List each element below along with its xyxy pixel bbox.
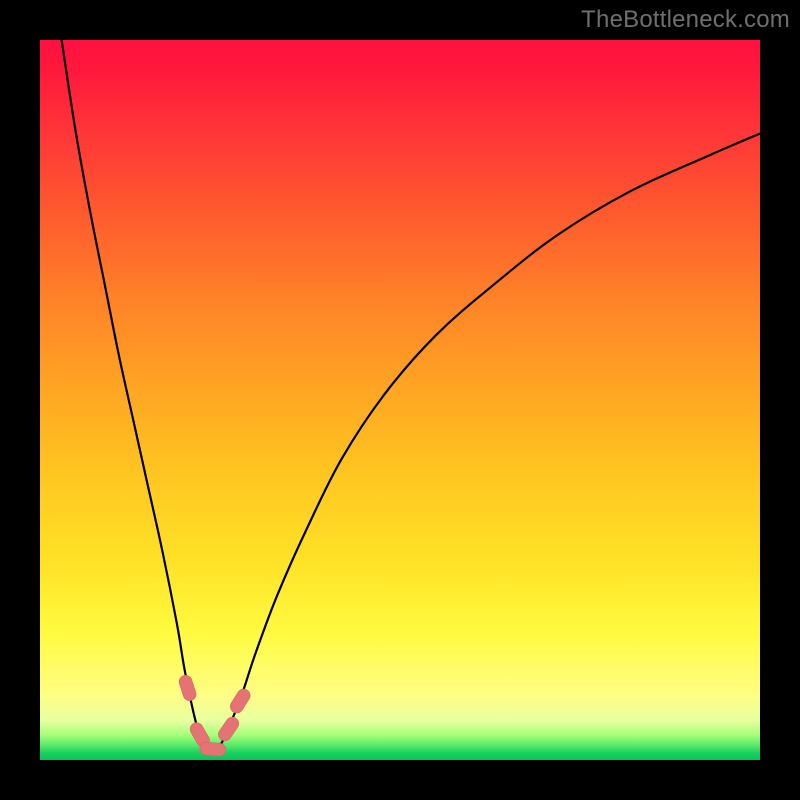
marker-capsule — [177, 674, 197, 703]
marker-capsule — [216, 715, 242, 744]
bottleneck-curve — [62, 40, 760, 753]
marker-capsule — [228, 687, 253, 716]
chart-frame: TheBottleneck.com — [0, 0, 800, 800]
plot-area — [40, 40, 760, 760]
curve-layer — [40, 40, 760, 760]
curve-markers — [177, 674, 252, 757]
marker-capsule — [199, 742, 226, 757]
watermark-text: TheBottleneck.com — [581, 6, 790, 34]
